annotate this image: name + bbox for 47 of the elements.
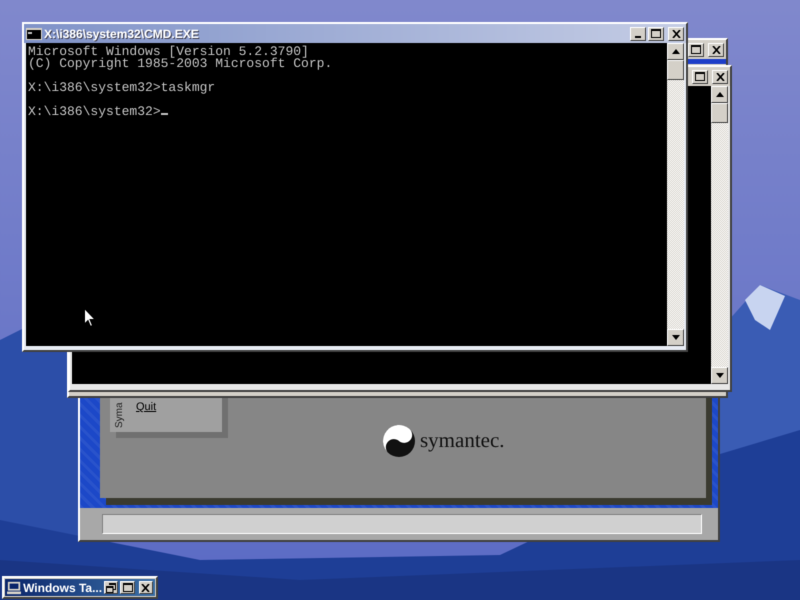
down-arrow-icon [672,335,680,340]
close-button[interactable] [668,26,684,40]
minimize-icon [635,36,641,38]
maximize-button[interactable] [692,70,708,84]
logo-icon [382,424,416,458]
scrollbar[interactable] [711,86,728,384]
maximize-icon [651,29,661,38]
maximize-icon [691,45,701,54]
console-icon [26,28,42,40]
scroll-up-button[interactable] [711,86,728,103]
console-line: (C) Copyright 1985-2003 Microsoft Corp. [28,58,334,70]
menu-title: Syma [114,402,126,428]
close-icon [141,584,150,592]
minimized-window[interactable]: Windows Ta... [2,576,158,599]
close-icon [672,30,680,38]
close-button[interactable] [712,70,728,84]
down-arrow-icon [716,373,724,378]
maximize-button[interactable] [648,26,664,40]
scroll-thumb[interactable] [667,60,684,80]
up-arrow-icon [716,92,724,97]
window-title: X:\i386\system32\CMD.EXE [44,26,200,42]
monitor-icon [7,580,22,594]
scrollbar[interactable] [667,43,684,346]
close-icon [712,46,720,54]
scroll-down-button[interactable] [711,367,728,384]
scroll-up-button[interactable] [667,43,684,60]
maximize-button[interactable] [688,42,704,56]
maximize-icon [122,583,133,592]
scroll-down-button[interactable] [667,329,684,346]
maximize-icon [695,72,705,81]
up-arrow-icon [672,49,680,54]
minimize-button[interactable] [630,26,646,40]
close-icon [716,72,724,80]
text-cursor [160,113,168,115]
console-prompt: X:\i386\system32> [28,106,665,118]
close-button[interactable] [708,42,724,56]
mouse-pointer-icon [84,308,96,327]
restore-button[interactable] [104,581,118,594]
restore-icon [106,582,116,592]
console-line: X:\i386\system32>taskmgr [28,82,216,94]
scroll-thumb[interactable] [711,103,728,123]
close-button[interactable] [138,581,154,594]
console-line: Microsoft Windows [Version 5.2.3790] [28,46,309,58]
menu-item[interactable]: Quit [136,399,156,416]
maximize-button[interactable] [120,581,135,594]
brand-name: symantec. [420,427,505,454]
window-title: Windows Ta... [23,580,102,596]
